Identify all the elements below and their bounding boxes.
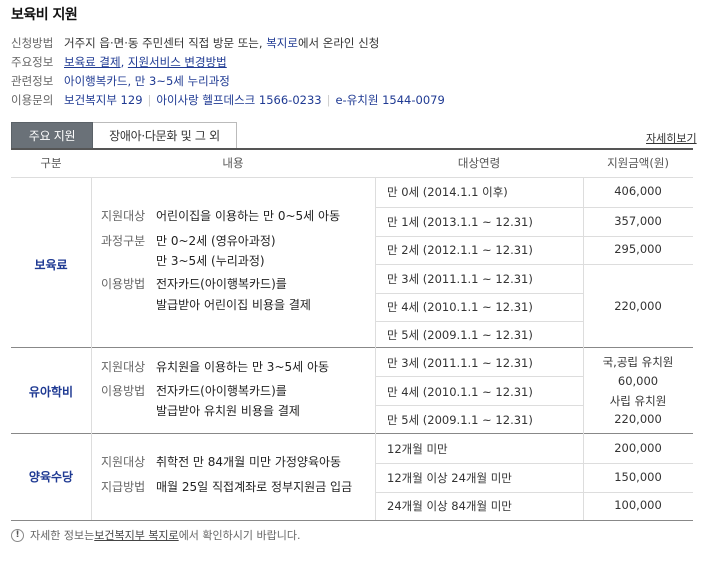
info-label-main: 주요정보	[11, 55, 54, 69]
amount-cell: 100,000	[614, 498, 662, 512]
info-label-contact: 이용문의	[11, 93, 54, 107]
contact-helpdesk[interactable]: 아이사랑 헬프데스크 1566-0233	[156, 93, 321, 107]
apply-text-end: 에서 온라인 신청	[297, 36, 380, 50]
amount-cell: 357,000	[614, 214, 662, 228]
age-cell: 12개월 미만	[387, 442, 448, 456]
content-line: 이용방법 전자카드(아이행복카드)를	[101, 384, 287, 398]
support-table: 구분 내용 대상연령 지원금액(원) 보육료 지원대상 어린이집을 이용하는 만 …	[11, 150, 693, 521]
age-cell: 만 0세 (2014.1.1 이후)	[387, 185, 508, 199]
link-comma: ,	[120, 55, 128, 69]
amount-cell: 150,000	[614, 470, 662, 484]
row-divider	[375, 264, 693, 265]
age-cell: 만 2세 (2012.1.1 ~ 12.31)	[387, 243, 533, 257]
amount-cell: 60,000	[617, 374, 659, 388]
age-cell: 만 4세 (2010.1.1 ~ 12.31)	[387, 385, 533, 399]
contact-divider: |	[326, 93, 331, 107]
footer-text: 자세한 정보는	[30, 529, 95, 542]
info-row-main: 주요정보 보육료 결제, 지원서비스 변경방법	[11, 53, 445, 72]
row-divider	[375, 376, 583, 377]
age-cell: 만 3세 (2011.1.1 ~ 12.31)	[387, 356, 533, 370]
contact-mohw[interactable]: 보건복지부 129	[64, 93, 143, 107]
age-cell: 만 4세 (2010.1.1 ~ 12.31)	[387, 300, 533, 314]
alert-icon: !	[11, 528, 24, 542]
amount-cell: 406,000	[614, 184, 662, 198]
header-amount: 지원금액(원)	[583, 150, 693, 177]
tab-main-support[interactable]: 주요 지원	[11, 122, 93, 149]
tab-bar: 주요 지원 장애아·다문화 및 그 외	[11, 122, 237, 149]
row-divider	[375, 293, 583, 294]
info-row-contact: 이용문의 보건복지부 129 | 아이사랑 헬프데스크 1566-0233 | e-유치…	[11, 91, 445, 110]
age-cell: 만 5세 (2009.1.1 ~ 12.31)	[387, 413, 533, 427]
age-cell: 만 3세 (2011.1.1 ~ 12.31)	[387, 272, 533, 286]
category-kindergarten: 유아학비	[28, 385, 74, 399]
apply-text: 거주지 읍·면·동 주민센터 직접 방문 또는,	[64, 36, 267, 50]
info-list: 신청방법 거주지 읍·면·동 주민센터 직접 방문 또는, 복지로에서 온라인 …	[11, 34, 445, 110]
row-divider	[375, 405, 583, 406]
age-cell: 만 5세 (2009.1.1 ~ 12.31)	[387, 328, 533, 342]
bokjiro-link[interactable]: 복지로	[266, 36, 298, 50]
footer-bokjiro-link[interactable]: 보건복지부 복지로	[94, 527, 178, 543]
row-divider	[375, 236, 693, 237]
header-category: 구분	[11, 150, 91, 177]
amount-cell: 사립 유치원	[609, 394, 667, 408]
section-divider	[11, 347, 693, 348]
section-divider	[11, 433, 693, 434]
info-row-apply: 신청방법 거주지 읍·면·동 주민센터 직접 방문 또는, 복지로에서 온라인 …	[11, 34, 445, 53]
info-label-related: 관련정보	[11, 74, 54, 88]
content-line: 지원대상 유치원을 이용하는 만 3~5세 아동	[101, 360, 330, 374]
payment-link[interactable]: 보육료 결제	[64, 55, 121, 69]
content-line: 과정구분 만 0~2세 (영유아과정)	[101, 234, 276, 248]
amount-cell: 295,000	[614, 242, 662, 256]
detail-link[interactable]: 자세히보기	[646, 130, 697, 146]
contact-divider: |	[147, 93, 152, 107]
amount-cell: 국,공립 유치원	[602, 355, 674, 369]
info-label-apply: 신청방법	[11, 36, 54, 50]
contact-ekinder[interactable]: e-유치원 1544-0079	[335, 93, 444, 107]
amount-cell: 200,000	[614, 441, 662, 455]
footer-note: ! 자세한 정보는 보건복지부 복지로 에서 확인하시기 바랍니다.	[11, 527, 301, 543]
category-home-care: 양육수당	[28, 470, 74, 484]
content-line: 이용방법 전자카드(아이행복카드)를	[101, 277, 287, 291]
category-childcare: 보육료	[34, 258, 68, 272]
header-age: 대상연령	[375, 150, 583, 177]
tab-other-support[interactable]: 장애아·다문화 및 그 외	[93, 122, 237, 149]
content-line: 지급방법 매월 25일 직접계좌로 정부지원금 입금	[101, 480, 353, 494]
age-cell: 만 1세 (2013.1.1 ~ 12.31)	[387, 215, 533, 229]
content-line: 발급받아 어린이집 비용을 결제	[156, 298, 311, 312]
amount-cell: 220,000	[614, 299, 662, 313]
content-line: 발급받아 유치원 비용을 결제	[156, 404, 300, 418]
column-divider	[91, 177, 92, 520]
row-divider	[375, 463, 693, 464]
info-row-related: 관련정보 아이행복카드, 만 3~5세 누리과정	[11, 72, 445, 91]
content-line: 만 3~5세 (누리과정)	[156, 254, 265, 268]
service-change-link[interactable]: 지원서비스 변경방법	[128, 55, 227, 69]
column-divider	[375, 177, 376, 520]
header-content: 내용	[91, 150, 375, 177]
page-title: 보육비 지원	[11, 7, 78, 23]
footer-text-end: 에서 확인하시기 바랍니다.	[178, 529, 301, 542]
amount-cell: 220,000	[614, 412, 662, 426]
row-divider	[375, 492, 693, 493]
header-divider	[11, 177, 693, 178]
content-line: 지원대상 어린이집을 이용하는 만 0~5세 아동	[101, 209, 341, 223]
row-divider	[375, 207, 693, 208]
row-divider	[375, 321, 583, 322]
age-cell: 12개월 이상 24개월 미만	[387, 471, 512, 485]
column-divider	[583, 177, 584, 520]
table-bottom	[11, 520, 693, 521]
content-line: 지원대상 취학전 만 84개월 미만 가정양육아동	[101, 455, 342, 469]
related-link[interactable]: 아이행복카드, 만 3~5세 누리과정	[64, 74, 230, 88]
age-cell: 24개월 이상 84개월 미만	[387, 499, 512, 513]
